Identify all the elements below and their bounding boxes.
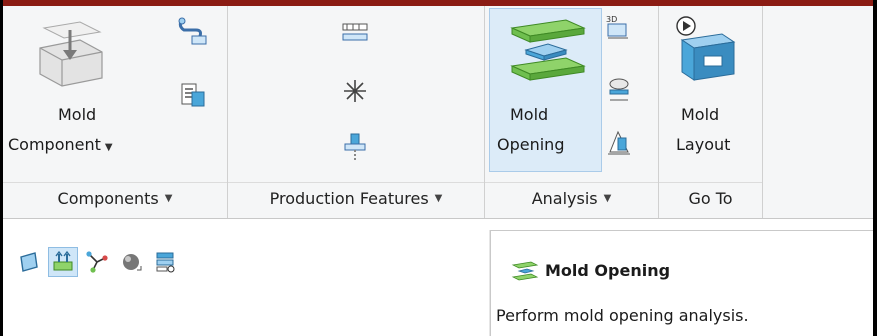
- tooltip-title: Mold Opening: [545, 261, 671, 280]
- shaded-sphere-icon: [123, 254, 142, 271]
- group-separator: [762, 6, 763, 218]
- mold-base-icon: [53, 250, 73, 271]
- components-group-label[interactable]: Components ▼: [3, 186, 227, 212]
- toolbar-button-shading[interactable]: [116, 247, 146, 277]
- mold-opening-icon: [510, 19, 586, 81]
- branch-icon: [86, 251, 108, 273]
- pipe-flow-icon[interactable]: [176, 16, 210, 46]
- ribbon-bottom-border: [3, 218, 873, 219]
- face-icon: [20, 252, 38, 272]
- mold-component-label-line2: Component ▼: [8, 135, 113, 154]
- mold-layout-icon: [676, 16, 736, 81]
- mold-opening-label-line1: Mold: [510, 105, 549, 124]
- waterline-icon[interactable]: [342, 78, 368, 104]
- draft-check-icon[interactable]: [606, 128, 632, 156]
- toolbar-button-face[interactable]: [14, 247, 44, 277]
- mold-layout-label-line2: Layout: [676, 135, 731, 154]
- chevron-down-icon: ▼: [104, 142, 113, 153]
- mold-opening-icon: [511, 261, 539, 281]
- mold-opening-label-line2: Opening: [497, 135, 565, 154]
- production-features-group-label[interactable]: Production Features ▼: [228, 186, 484, 212]
- toolbar-button-mold-base[interactable]: [48, 247, 78, 277]
- 3d-thickness-icon[interactable]: 3D: [604, 12, 632, 42]
- go-to-group-label: Go To: [688, 189, 733, 208]
- stack-view-icon: [156, 252, 175, 273]
- chevron-down-icon: ▼: [603, 193, 612, 204]
- graphics-toolbar: [14, 247, 184, 277]
- toolbar-button-branch[interactable]: [82, 247, 112, 277]
- mold-component-icon: [39, 21, 103, 87]
- ejector-pin-icon[interactable]: [342, 132, 368, 162]
- chevron-down-icon: ▼: [434, 193, 443, 204]
- window-frame-right: [873, 0, 877, 336]
- mold-layout-label-line1: Mold: [681, 105, 720, 124]
- svg-text:3D: 3D: [606, 15, 617, 24]
- tooltip-description: Perform mold opening analysis.: [496, 306, 749, 325]
- chevron-down-icon: ▼: [164, 193, 173, 204]
- toolbar-button-views[interactable]: [150, 247, 180, 277]
- mold-component-label-line1: Mold: [58, 105, 97, 124]
- runner-icon[interactable]: [341, 20, 369, 44]
- projection-area-icon[interactable]: [606, 76, 632, 104]
- ribbon-group-label-divider: [3, 182, 763, 183]
- analysis-group-label[interactable]: Analysis ▼: [485, 186, 658, 212]
- component-list-icon[interactable]: [178, 80, 208, 110]
